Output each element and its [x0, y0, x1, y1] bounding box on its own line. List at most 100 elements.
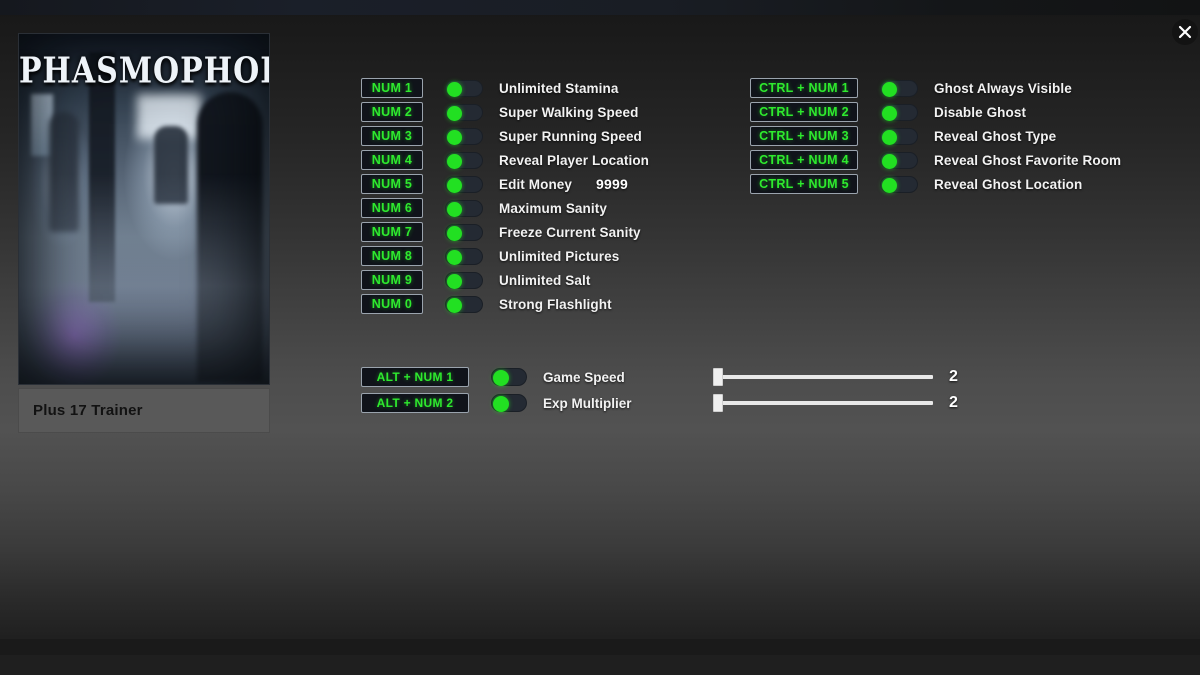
window-bottom-line — [0, 639, 1200, 655]
cheat-label: Unlimited Pictures — [499, 248, 620, 264]
cheat-toggle[interactable] — [445, 295, 483, 313]
cheat-toggle[interactable] — [880, 79, 918, 97]
cheat-label: Strong Flashlight — [499, 296, 612, 312]
cheat-row: NUM 6 Maximum Sanity — [361, 196, 649, 220]
hotkey-button[interactable]: NUM 3 — [361, 126, 423, 146]
cheat-label: Reveal Ghost Favorite Room — [934, 152, 1122, 168]
cheat-toggle[interactable] — [880, 103, 918, 121]
hotkey-button[interactable]: ALT + NUM 2 — [361, 393, 469, 413]
cheat-value-field[interactable]: 9999 — [596, 176, 628, 192]
slider-control[interactable] — [713, 393, 933, 413]
hotkey-button[interactable]: NUM 1 — [361, 78, 423, 98]
cheat-row: NUM 5 Edit Money 9999 — [361, 172, 649, 196]
slider-thumb[interactable] — [713, 368, 723, 386]
toggle-knob — [447, 153, 462, 169]
cheat-toggle[interactable] — [445, 199, 483, 217]
toggle-knob — [447, 249, 462, 265]
cheat-column-right: CTRL + NUM 1 Ghost Always Visible CTRL + N… — [750, 76, 1121, 196]
cheat-toggle[interactable] — [445, 151, 483, 169]
toggle-knob — [493, 370, 509, 386]
hotkey-button[interactable]: NUM 9 — [361, 270, 423, 290]
window-top-strip — [0, 0, 1200, 15]
hotkey-button[interactable]: CTRL + NUM 2 — [750, 102, 858, 122]
hotkey-button[interactable]: NUM 8 — [361, 246, 423, 266]
cheat-toggle[interactable] — [445, 175, 483, 193]
slider-row: ALT + NUM 2 Exp Multiplier 2 — [361, 390, 958, 416]
slider-toggle[interactable] — [491, 394, 527, 412]
toggle-knob — [447, 105, 462, 121]
game-cover-art: PHASMOPHOBIA — [18, 33, 270, 385]
hotkey-button[interactable]: NUM 7 — [361, 222, 423, 242]
cheat-toggle[interactable] — [445, 223, 483, 241]
cheat-label: Super Walking Speed — [499, 104, 639, 120]
cheat-toggle[interactable] — [880, 175, 918, 193]
cheat-toggle[interactable] — [445, 103, 483, 121]
cheat-label: Super Running Speed — [499, 128, 642, 144]
hotkey-button[interactable]: NUM 2 — [361, 102, 423, 122]
trainer-version-label: Plus 17 Trainer — [33, 402, 143, 419]
toggle-knob — [447, 273, 462, 289]
cheat-toggle[interactable] — [445, 79, 483, 97]
hotkey-button[interactable]: NUM 4 — [361, 150, 423, 170]
toggle-knob — [447, 201, 462, 217]
toggle-knob — [882, 153, 897, 169]
toggle-knob — [493, 396, 509, 412]
cheat-toggle[interactable] — [445, 271, 483, 289]
toggle-knob — [447, 177, 462, 193]
cheat-row: NUM 8 Unlimited Pictures — [361, 244, 649, 268]
hotkey-button[interactable]: CTRL + NUM 4 — [750, 150, 858, 170]
slider-toggle[interactable] — [491, 368, 527, 386]
toggle-knob — [882, 105, 897, 121]
cheat-label: Unlimited Stamina — [499, 80, 619, 96]
cheat-row: CTRL + NUM 5 Reveal Ghost Location — [750, 172, 1121, 196]
slider-value: 2 — [949, 368, 958, 385]
toggle-knob — [447, 129, 462, 145]
hotkey-button[interactable]: NUM 6 — [361, 198, 423, 218]
slider-label: Game Speed — [543, 369, 625, 385]
slider-thumb[interactable] — [713, 394, 723, 412]
close-icon[interactable] — [1172, 19, 1198, 45]
toggle-knob — [882, 81, 897, 97]
cheat-row: CTRL + NUM 1 Ghost Always Visible — [750, 76, 1121, 100]
hotkey-button[interactable]: CTRL + NUM 1 — [750, 78, 858, 98]
hotkey-button[interactable]: CTRL + NUM 5 — [750, 174, 858, 194]
cheat-row: NUM 4 Reveal Player Location — [361, 148, 649, 172]
slider-track — [721, 375, 933, 379]
cheat-label: Reveal Ghost Location — [934, 176, 1083, 192]
cheat-column-left: NUM 1 Unlimited Stamina NUM 2 Super Walking… — [361, 76, 649, 316]
cheat-row: NUM 7 Freeze Current Sanity — [361, 220, 649, 244]
slider-track — [721, 401, 933, 405]
window-bottom-strip — [0, 655, 1200, 675]
cheat-row: CTRL + NUM 3 Reveal Ghost Type — [750, 124, 1121, 148]
toggle-knob — [882, 177, 897, 193]
cheat-toggle[interactable] — [445, 127, 483, 145]
cheat-label: Unlimited Salt — [499, 272, 591, 288]
cheat-label: Reveal Player Location — [499, 152, 650, 168]
cheat-row: CTRL + NUM 2 Disable Ghost — [750, 100, 1121, 124]
slider-row: ALT + NUM 1 Game Speed 2 — [361, 364, 958, 390]
hotkey-button[interactable]: NUM 5 — [361, 174, 423, 194]
toggle-knob — [882, 129, 897, 145]
cheat-toggle[interactable] — [880, 151, 918, 169]
trainer-window: PHASMOPHOBIA Plus 17 Trainer NUM 1 Unlimi… — [0, 0, 1200, 675]
slider-value: 2 — [949, 394, 958, 411]
cheat-row: NUM 3 Super Running Speed — [361, 124, 649, 148]
hotkey-button[interactable]: CTRL + NUM 3 — [750, 126, 858, 146]
cheat-toggle[interactable] — [445, 247, 483, 265]
cheat-row: NUM 9 Unlimited Salt — [361, 268, 649, 292]
hotkey-button[interactable]: NUM 0 — [361, 294, 423, 314]
cheat-row: CTRL + NUM 4 Reveal Ghost Favorite Room — [750, 148, 1121, 172]
slider-label: Exp Multiplier — [543, 395, 632, 411]
toggle-knob — [447, 81, 462, 97]
cheat-label: Ghost Always Visible — [934, 80, 1072, 96]
cheat-label: Reveal Ghost Type — [934, 128, 1057, 144]
game-title: PHASMOPHOBIA — [19, 50, 269, 93]
hotkey-button[interactable]: ALT + NUM 1 — [361, 367, 469, 387]
toggle-knob — [447, 225, 462, 241]
slider-control[interactable] — [713, 367, 933, 387]
cheat-label: Freeze Current Sanity — [499, 224, 641, 240]
toggle-knob — [447, 297, 462, 313]
cheat-toggle[interactable] — [880, 127, 918, 145]
cheat-row: NUM 1 Unlimited Stamina — [361, 76, 649, 100]
cheat-row: NUM 2 Super Walking Speed — [361, 100, 649, 124]
